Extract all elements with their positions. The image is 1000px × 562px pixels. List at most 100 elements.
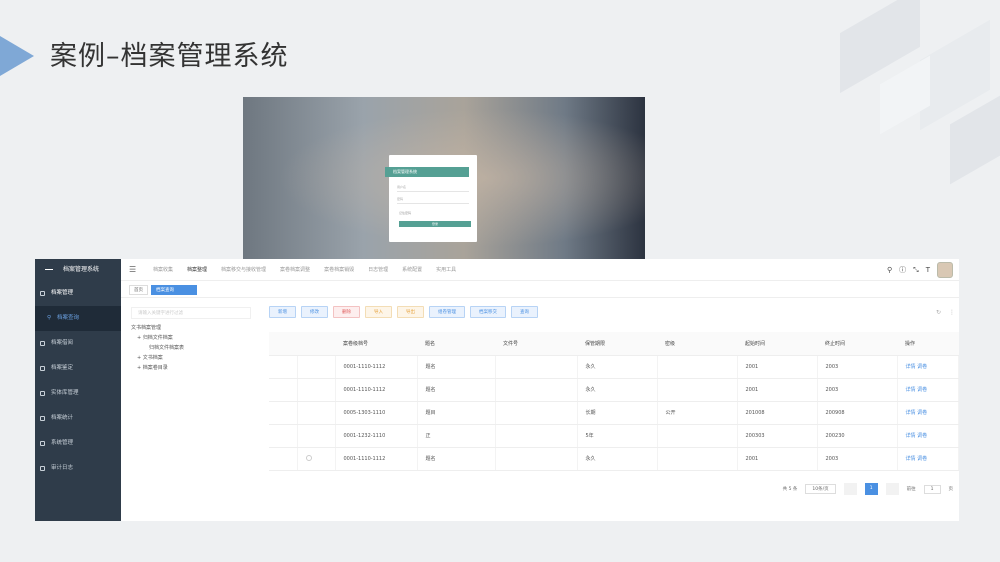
next-page-button[interactable] xyxy=(885,483,899,495)
table-cell: 0001-1232-1110 xyxy=(335,424,418,448)
book-icon xyxy=(40,341,45,346)
table-cell: 2003 xyxy=(817,378,898,402)
table-row[interactable]: 0001-1232-1110 正 5年 200303 200230 详情 调卷 xyxy=(269,424,959,448)
help-icon[interactable]: ⓘ xyxy=(899,265,906,275)
tag-home[interactable]: 首页 xyxy=(129,284,148,295)
tags-view: 首页 档案查询 xyxy=(121,282,959,298)
row-checkbox[interactable] xyxy=(269,355,298,379)
page-unit-label: 页 xyxy=(948,487,954,492)
sidebar-item-archive[interactable]: 档案管理 xyxy=(35,281,121,306)
current-page-button[interactable]: 1 xyxy=(864,483,878,495)
table-header[interactable]: 起始时间 xyxy=(737,332,817,356)
archive-table: 案卷级档号 题名 文件号 保管期限 密级 起始时间 终止时间 操作 0001-1… xyxy=(269,332,959,471)
table-header-row: 案卷级档号 题名 文件号 保管期限 密级 起始时间 终止时间 操作 xyxy=(269,332,959,356)
row-checkbox[interactable] xyxy=(269,424,298,448)
row-actions[interactable]: 详情 调卷 xyxy=(897,401,959,425)
search-icon: ⚲ xyxy=(47,315,52,321)
search-icon[interactable]: ⚲ xyxy=(887,266,892,274)
password-field[interactable]: 密码 xyxy=(397,197,469,204)
menu-icon[interactable]: ☰ xyxy=(129,265,139,274)
nav-tab[interactable]: 日志管理 xyxy=(368,266,388,273)
nav-tab[interactable]: 档案收集 xyxy=(153,266,173,273)
table-cell xyxy=(297,355,336,379)
table-row[interactable]: 0001-1110-1112 题名 永久 2001 2003 详情 调卷 xyxy=(269,355,959,379)
table-row[interactable]: 0005-1303-1110 题目 长期 公开 201008 200908 详情… xyxy=(269,401,959,425)
add-button[interactable]: 新增 xyxy=(269,306,296,318)
table-cell xyxy=(657,447,738,471)
tree-node[interactable]: 文书档案管理 xyxy=(131,323,261,333)
sidebar-item-audit[interactable]: 审计日志 xyxy=(35,456,121,481)
table-cell: 公开 xyxy=(657,401,738,425)
columns-icon[interactable]: ⋮ xyxy=(949,309,955,316)
table-cell xyxy=(657,378,738,402)
table-cell xyxy=(297,424,336,448)
table-row[interactable]: 0001-1110-1112 题名 永久 2001 2003 详情 调卷 xyxy=(269,378,959,402)
slide-arrow-icon xyxy=(0,36,34,76)
sidebar-item-storage[interactable]: 实体库管理 xyxy=(35,381,121,406)
nav-tab[interactable]: 案卷档案销毁 xyxy=(324,266,354,273)
sidebar-item-system[interactable]: 系统管理 xyxy=(35,431,121,456)
transfer-button[interactable]: 档案移交 xyxy=(470,306,506,318)
row-actions[interactable]: 详情 调卷 xyxy=(897,378,959,402)
remember-checkbox[interactable]: 记住密码 xyxy=(399,211,411,215)
sidebar-item-borrow[interactable]: 档案借阅 xyxy=(35,331,121,356)
table-header[interactable]: 密级 xyxy=(657,332,737,356)
delete-button[interactable]: 删除 xyxy=(333,306,360,318)
edit-button[interactable]: 修改 xyxy=(301,306,328,318)
page-size-select[interactable]: 10条/页 xyxy=(805,484,836,494)
table-cell: 题名 xyxy=(417,447,496,471)
nav-tab[interactable]: 案卷档案调整 xyxy=(280,266,310,273)
refresh-icon[interactable]: ↻ xyxy=(936,309,941,316)
row-actions[interactable]: 详情 调卷 xyxy=(897,424,959,448)
login-card: 档案管理系统 用户名 密码 记住密码 登录 xyxy=(385,155,477,242)
table-cell: 0005-1303-1110 xyxy=(335,401,418,425)
tree-search-input[interactable]: 请输入关键字进行过滤 xyxy=(131,307,251,319)
login-button[interactable]: 登录 xyxy=(399,221,471,227)
table-cell: 题目 xyxy=(417,401,496,425)
table-cell: 永久 xyxy=(577,355,658,379)
radio-icon xyxy=(305,454,312,461)
row-checkbox[interactable] xyxy=(269,401,298,425)
tree-node[interactable]: + 档案卷目录 xyxy=(131,363,261,373)
nav-tab[interactable]: 档案整理 xyxy=(187,266,207,273)
app-logo: 档案管理系统 xyxy=(35,259,121,281)
tree-node[interactable]: + 归档文件档案 xyxy=(131,333,261,343)
sidebar-item-stats[interactable]: 档案统计 xyxy=(35,406,121,431)
export-button[interactable]: 导出 xyxy=(397,306,424,318)
volume-button[interactable]: 组卷管理 xyxy=(429,306,465,318)
table-cell: 200303 xyxy=(737,424,818,448)
row-actions[interactable]: 详情 调卷 xyxy=(897,355,959,379)
avatar[interactable] xyxy=(937,262,953,278)
nav-tab[interactable]: 实用工具 xyxy=(436,266,456,273)
row-radio[interactable] xyxy=(297,447,336,471)
sidebar-item-query[interactable]: ⚲ 档案查询 xyxy=(35,306,121,331)
tag-current[interactable]: 档案查询 xyxy=(151,284,197,295)
fullscreen-icon[interactable]: ⤡ xyxy=(913,266,919,275)
table-header[interactable]: 文件号 xyxy=(495,332,577,356)
table-header: 操作 xyxy=(897,332,959,356)
query-button[interactable]: 查询 xyxy=(511,306,538,318)
table-header[interactable]: 终止时间 xyxy=(817,332,897,356)
table-cell xyxy=(657,355,738,379)
table-header[interactable]: 题名 xyxy=(417,332,495,356)
sidebar-item-appraise[interactable]: 档案鉴定 xyxy=(35,356,121,381)
nav-tab[interactable]: 系统配置 xyxy=(402,266,422,273)
font-size-icon[interactable]: T xyxy=(926,266,930,274)
table-row[interactable]: 0001-1110-1112 题名 永久 2001 2003 详情 调卷 xyxy=(269,447,959,471)
tree-node[interactable]: + 文书档案 xyxy=(131,353,261,363)
username-field[interactable]: 用户名 xyxy=(397,185,469,192)
import-button[interactable]: 导入 xyxy=(365,306,392,318)
table-header[interactable]: 案卷级档号 xyxy=(335,332,417,356)
row-checkbox[interactable] xyxy=(269,447,298,471)
prev-page-button[interactable] xyxy=(843,483,857,495)
table-cell: 0001-1110-1112 xyxy=(335,378,418,402)
tree-node[interactable]: 归档文件档案表 xyxy=(131,343,261,353)
goto-page-input[interactable]: 1 xyxy=(923,484,941,494)
table-cell: 200230 xyxy=(817,424,898,448)
row-actions[interactable]: 详情 调卷 xyxy=(897,447,959,471)
table-header[interactable]: 保管期限 xyxy=(577,332,657,356)
row-checkbox[interactable] xyxy=(269,378,298,402)
table-cell: 长期 xyxy=(577,401,658,425)
nav-tab[interactable]: 档案移交与接收管理 xyxy=(221,266,266,273)
table-cell xyxy=(495,378,578,402)
